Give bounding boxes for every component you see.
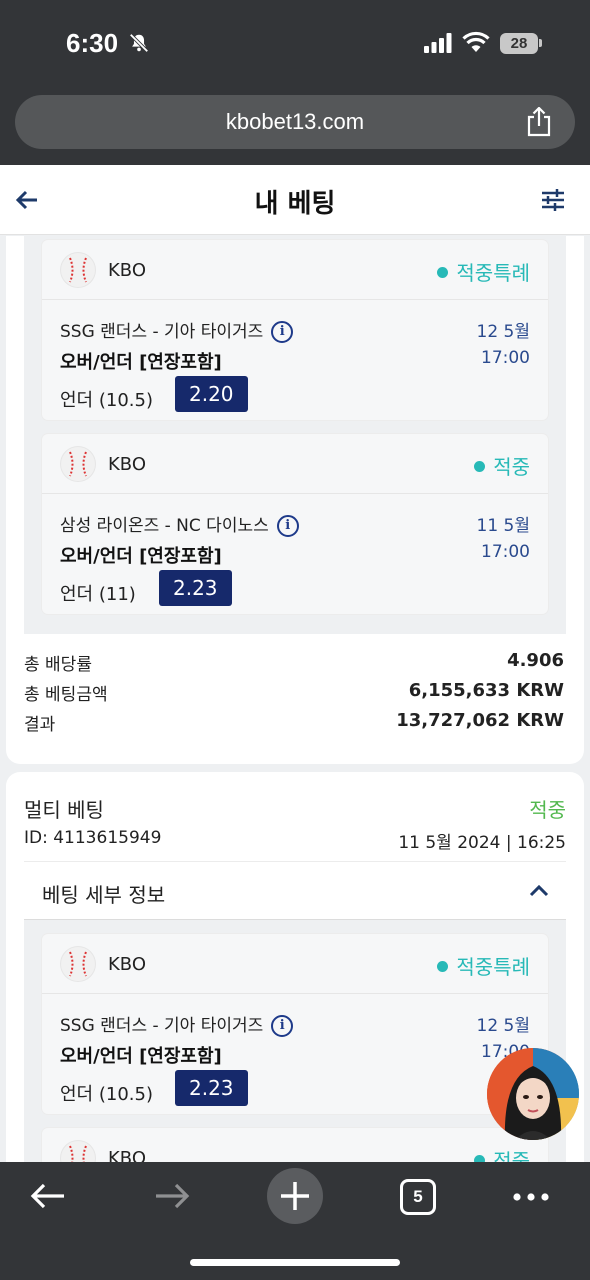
bet-leg-header: KBO 적중 [42,434,548,494]
odds-badge: 2.20 [175,376,248,412]
status-dot [437,961,449,972]
bet-type: 멀티 베팅 [24,798,104,822]
league-name: KBO [108,1148,147,1162]
selection: 언더 (11) [60,584,136,605]
league-name: KBO [108,954,147,975]
odds-badge: 2.23 [159,570,232,606]
app-header: 내 베팅 [0,165,590,235]
home-indicator [190,1259,400,1266]
odds-badge: 2.23 [175,1070,248,1106]
total-odds-label: 총 배당률 [24,655,92,675]
info-icon[interactable]: i [271,321,294,343]
tabs-button[interactable]: 5 [400,1179,436,1215]
leg-status: 적중 [474,1145,530,1162]
match-date: 12 5월 [476,1016,531,1036]
leg-status: 적중특례 [437,257,530,286]
page-title: 내 베팅 [254,189,336,219]
bell-muted-icon [129,33,149,53]
total-stake-value: 6,155,633 KRW [408,680,564,701]
browser-bottom-bar: 5 [0,1162,590,1280]
selection: 언더 (10.5) [60,1084,153,1105]
bet-datetime: 11 5월 2024 | 16:25 [398,833,566,853]
browser-back-icon[interactable] [30,1182,66,1210]
leg-status-text: 적중특례 [456,261,530,285]
result-label: 결과 [24,715,56,735]
leg-status: 적중 [474,451,530,480]
selection: 언더 (10.5) [60,390,153,411]
league-name: KBO [108,260,147,281]
bet-leg: KBO 적중특례 SSG 랜더스 - 기아 타이거즈 i 오버/언더 [연장포함]… [42,934,548,1114]
cellular-signal-icon [424,33,452,53]
total-stake-label: 총 베팅금액 [24,685,108,705]
match-date: 11 5월 [476,516,531,536]
market-name: 오버/언더 [연장포함] [60,1046,222,1067]
match-teams: SSG 랜더스 - 기아 타이거즈 i [60,317,294,343]
baseball-icon [60,1140,96,1162]
leg-status-text: 적중특례 [456,955,530,979]
total-odds-value: 4.906 [507,650,564,671]
chevron-up-icon [529,884,549,897]
bets-list[interactable]: KBO 적중특례 SSG 랜더스 - 기아 타이거즈 i 오버/언더 [연장포함]… [0,236,590,1162]
leg-status-text: 적중 [493,1149,530,1162]
status-dot [474,1155,486,1162]
bet-card: KBO 적중특례 SSG 랜더스 - 기아 타이거즈 i 오버/언더 [연장포함]… [6,236,584,764]
market-name: 오버/언더 [연장포함] [60,546,222,567]
result-value: 13,727,062 KRW [396,710,564,731]
new-tab-button[interactable] [267,1168,323,1224]
plus-icon [281,1182,309,1210]
support-avatar-button[interactable] [487,1048,579,1140]
wifi-icon [462,31,490,52]
match-time: 17:00 [481,348,530,368]
web-page: 내 베팅 KBO 적중특례 SSG 랜더스 - 기아 타이거즈 i 오버/언더 … [0,165,590,1162]
bet-leg-header: KBO 적중특례 [42,934,548,994]
market-name: 오버/언더 [연장포함] [60,352,222,373]
match-time: 17:00 [481,542,530,562]
info-icon[interactable]: i [276,515,299,537]
baseball-icon [60,946,96,982]
share-icon[interactable] [526,107,552,137]
bet-leg: KBO 적중특례 SSG 랜더스 - 기아 타이거즈 i 오버/언더 [연장포함]… [42,240,548,420]
battery-tip [539,39,542,47]
total-odds-row: 총 배당률 4.906 [24,650,564,675]
match-date: 12 5월 [476,322,531,342]
bet-id: ID: 4113615949 [24,828,162,848]
bet-leg-header: KBO 적중특례 [42,240,548,300]
bet-details-label: 베팅 세부 정보 [42,883,166,907]
baseball-icon [60,446,96,482]
filter-sliders-icon[interactable] [540,187,566,213]
bet-leg-header: KBO 적중 [42,1128,548,1162]
bet-leg: KBO 적중 삼성 라이온즈 - NC 다이노스 i 오버/언더 [연장포함] 언… [42,434,548,614]
baseball-icon [60,252,96,288]
league-name: KBO [108,454,147,475]
match-teams-text: SSG 랜더스 - 기아 타이거즈 [60,322,264,342]
result-row: 결과 13,727,062 KRW [24,710,564,735]
status-time: 6:30 [66,28,119,58]
url-bar[interactable]: kbobet13.com [15,95,575,149]
status-bar: 6:30 28 [0,0,590,88]
browser-toolbar: kbobet13.com [0,88,590,165]
match-teams-text: SSG 랜더스 - 기아 타이거즈 [60,1016,264,1036]
leg-status: 적중특례 [437,951,530,980]
status-dot [437,267,449,278]
match-teams: SSG 랜더스 - 기아 타이거즈 i [60,1011,294,1037]
match-teams-text: 삼성 라이온즈 - NC 다이노스 [60,516,269,536]
status-dot [474,461,486,472]
battery-indicator: 28 [500,33,538,54]
match-teams: 삼성 라이온즈 - NC 다이노스 i [60,511,299,537]
info-icon[interactable]: i [271,1015,294,1037]
total-stake-row: 총 베팅금액 6,155,633 KRW [24,680,564,705]
bet-status: 적중 [529,798,566,822]
avatar-portrait-icon [487,1048,579,1140]
more-icon[interactable] [512,1192,550,1202]
bet-leg: KBO 적중 [42,1128,548,1162]
bet-details-toggle[interactable]: 베팅 세부 정보 [24,862,566,920]
browser-forward-icon[interactable] [154,1182,190,1210]
leg-status-text: 적중 [493,455,530,479]
